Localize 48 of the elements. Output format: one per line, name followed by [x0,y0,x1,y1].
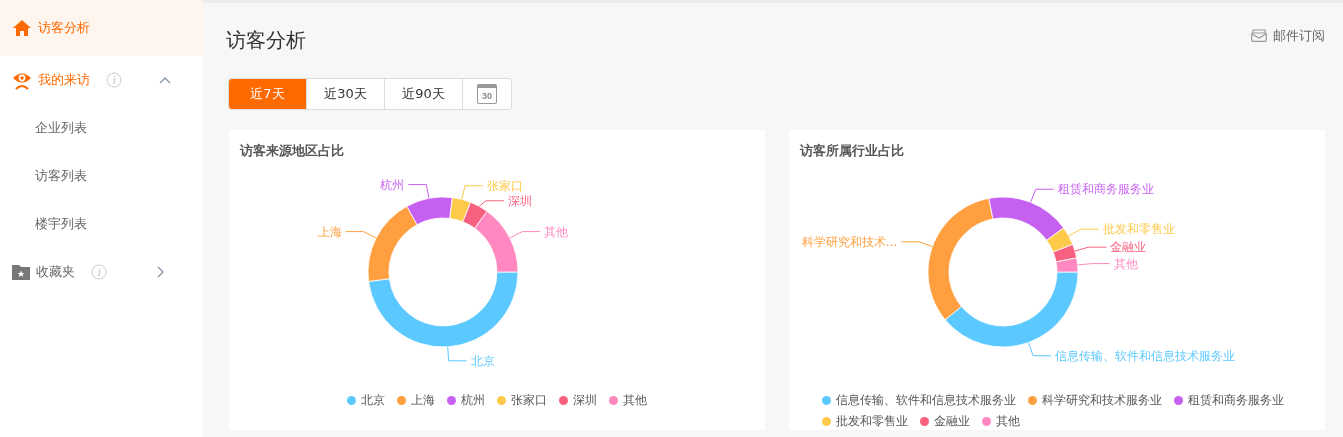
slice-label: 张家口 [487,178,524,193]
legend-label[interactable]: 租赁和商务服务业 [1188,392,1284,409]
chart-title: 访客来源地区占比 [240,142,345,160]
info-icon [91,264,107,280]
leader-line [509,231,541,239]
slice-label: 其他 [1113,256,1138,271]
slice-label: 上海 [317,224,342,239]
legend-label[interactable]: 其他 [623,392,647,409]
leader-line [1030,188,1055,203]
subscribe-link[interactable]: 邮件订阅 [1251,26,1325,45]
legend-label[interactable]: 信息传输、软件和信息技术服务业 [836,392,1016,409]
legend-label[interactable]: 深圳 [573,392,597,409]
leader-line [1068,228,1100,237]
legend-label[interactable]: 金融业 [934,413,970,430]
slice-label: 杭州 [380,177,405,192]
leader-line [447,346,468,362]
leader-line [1027,342,1052,357]
slice-label: 金融业 [1110,240,1147,255]
legend-label[interactable]: 上海 [411,392,435,409]
legend-label[interactable]: 北京 [361,392,385,409]
slice-label: 其他 [544,224,569,239]
sidebar-subitem[interactable]: 楼宇列表 [0,200,203,248]
leader-line [407,184,430,199]
sidebar-item[interactable]: 收藏夹 [0,248,203,296]
sidebar-subitem[interactable]: 访客列表 [0,152,203,200]
leader-line [1074,246,1107,252]
leader-line [1077,263,1111,266]
folder-icon [12,264,30,280]
chart-title: 访客所属行业占比 [800,142,905,160]
legend-label[interactable]: 张家口 [511,392,547,409]
slice-label: 北京 [470,353,495,368]
legend-label[interactable]: 其他 [996,413,1020,430]
legend-label[interactable]: 科学研究和技术服务业 [1042,392,1162,409]
leader-line [900,241,933,248]
slice-label: 批发和零售业 [1103,222,1175,237]
slice-label: 租赁和商务服务业 [1057,182,1154,197]
leader-line [345,231,377,239]
legend-label[interactable]: 杭州 [461,392,485,409]
legend-label[interactable]: 批发和零售业 [836,413,908,430]
slice-label: 信息传输、软件和信息技术服务业 [1055,348,1236,363]
home-icon [12,19,32,37]
donut-slice [1052,244,1078,263]
slice-label: 深圳 [507,193,532,208]
page-title: 访客分析 [226,27,306,54]
slice-label: 科学研究和技术... [801,234,898,249]
mail-icon [1251,29,1267,42]
info-icon [106,72,122,88]
sidebar-subitem[interactable]: 企业列表 [0,104,203,152]
